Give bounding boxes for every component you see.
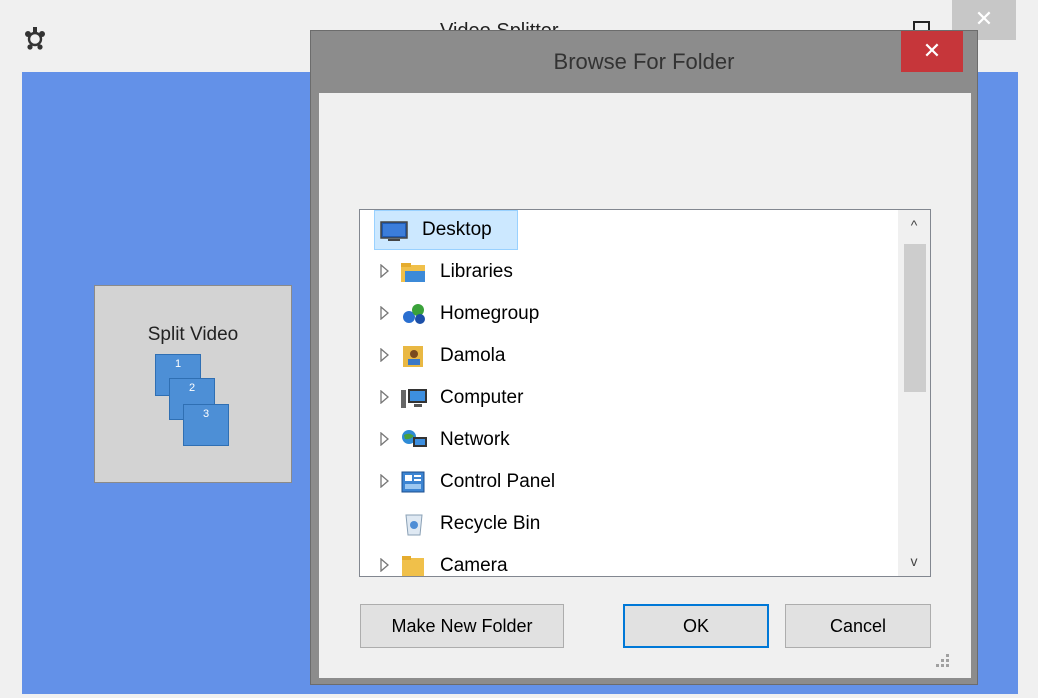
scroll-down-button[interactable]: v (898, 546, 930, 576)
tree-scrollbar[interactable]: ^ v (898, 210, 930, 576)
tree-item-network[interactable]: Network (360, 420, 900, 460)
app-film-icon (25, 27, 45, 50)
tree-item-label: Damola (440, 345, 506, 366)
tree-item-label: Computer (440, 387, 524, 408)
computer-icon (401, 389, 427, 408)
network-icon (402, 430, 427, 447)
expand-arrow-icon[interactable] (380, 390, 390, 404)
tree-item-label: Recycle Bin (440, 513, 541, 534)
expand-arrow-icon[interactable] (380, 474, 390, 488)
desktop-icon (380, 221, 408, 241)
tree-item-camera[interactable]: Camera (360, 546, 900, 576)
expand-arrow-icon[interactable] (380, 558, 390, 572)
tree-item-label: Desktop (422, 219, 492, 240)
tree-item-computer[interactable]: Computer (360, 378, 900, 418)
browse-folder-dialog: Browse For Folder ✕ Desktop Libraries Ho… (310, 30, 978, 685)
ok-button[interactable]: OK (623, 604, 769, 648)
folder-icon (402, 556, 424, 576)
expand-arrow-icon[interactable] (380, 264, 390, 278)
tree-item-label: Network (440, 429, 510, 450)
libraries-icon (401, 263, 425, 282)
user-folder-icon (403, 346, 423, 367)
tree-item-label: Camera (440, 555, 508, 576)
tree-item-desktop[interactable]: Desktop (360, 210, 900, 250)
split-video-label: Split Video (147, 324, 239, 345)
tree-item-label: Control Panel (440, 471, 556, 492)
homegroup-icon (403, 304, 425, 324)
folder-tree[interactable]: Desktop Libraries Homegroup Damola Compu… (359, 209, 931, 577)
resize-grip-icon[interactable] (932, 650, 952, 670)
recycle-bin-icon (405, 514, 423, 536)
expand-arrow-icon[interactable] (380, 306, 390, 320)
dialog-close-button[interactable]: ✕ (901, 31, 963, 72)
tree-item-label: Homegroup (440, 303, 540, 324)
tree-item-label: Libraries (440, 261, 513, 282)
control-panel-icon (401, 471, 425, 493)
dialog-client-area: Desktop Libraries Homegroup Damola Compu… (319, 93, 971, 678)
scroll-thumb[interactable] (904, 244, 926, 392)
scroll-up-button[interactable]: ^ (898, 210, 930, 240)
tree-item-homegroup[interactable]: Homegroup (360, 294, 900, 334)
expand-arrow-icon[interactable] (380, 348, 390, 362)
tree-item-control-panel[interactable]: Control Panel (360, 462, 900, 502)
tree-item-libraries[interactable]: Libraries (360, 252, 900, 292)
expand-arrow-icon[interactable] (380, 432, 390, 446)
stack-square-3: 3 (183, 404, 229, 446)
make-new-folder-button[interactable]: Make New Folder (360, 604, 564, 648)
cancel-button[interactable]: Cancel (785, 604, 931, 648)
tree-item-recycle-bin[interactable]: Recycle Bin (360, 504, 900, 544)
tree-item-damola[interactable]: Damola (360, 336, 900, 376)
split-video-tile[interactable]: Split Video 1 2 3 (94, 285, 292, 483)
dialog-title: Browse For Folder (553, 49, 735, 74)
